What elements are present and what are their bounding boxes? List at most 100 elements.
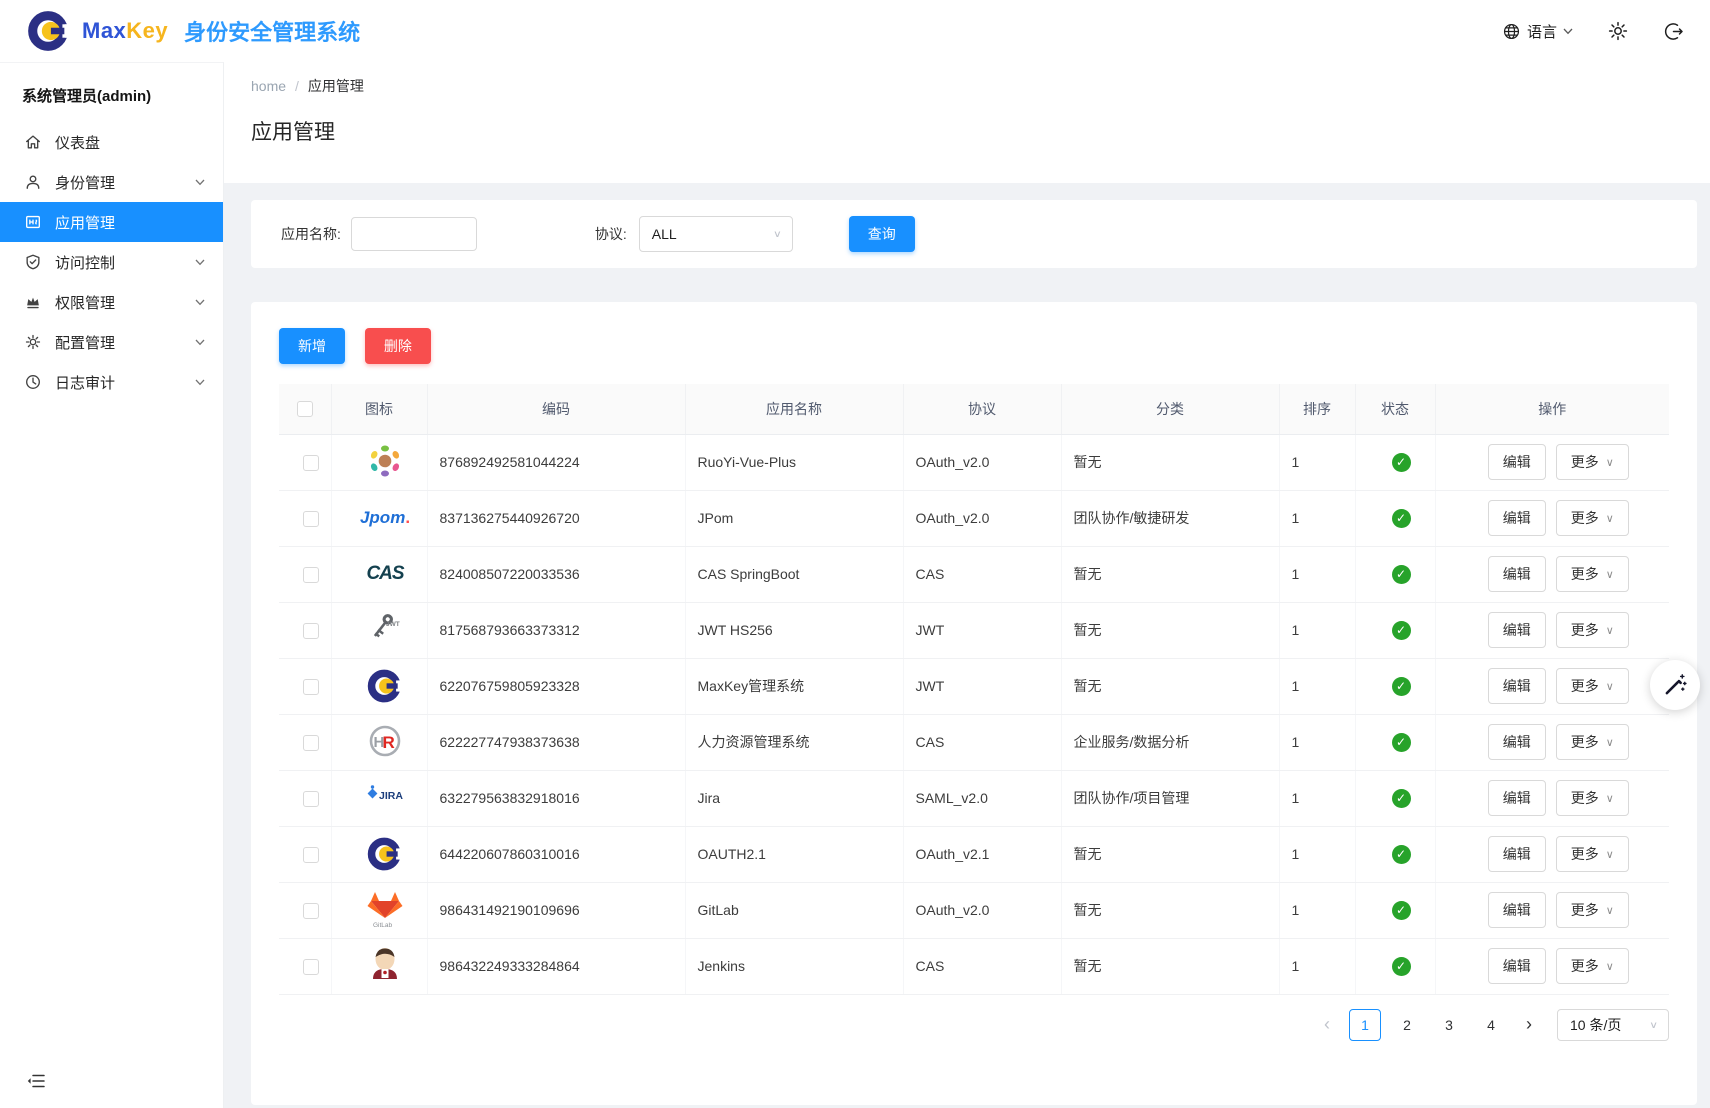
edit-button[interactable]: 编辑 xyxy=(1488,668,1546,704)
add-button[interactable]: 新增 xyxy=(279,328,345,364)
protocol-select[interactable]: ALL ∨ xyxy=(639,216,793,252)
app-protocol-cell: JWT xyxy=(903,602,1061,658)
app-code-cell: 837136275440926720 xyxy=(427,490,685,546)
shield-check-icon xyxy=(24,253,42,271)
more-button[interactable]: 更多∨ xyxy=(1556,668,1629,704)
brand-name: MaxKey xyxy=(82,18,168,44)
delete-button[interactable]: 删除 xyxy=(365,328,431,364)
app-name-cell: GitLab xyxy=(685,882,903,938)
sidebar-item-identity[interactable]: 身份管理 xyxy=(0,162,223,202)
app-category-cell: 暂无 xyxy=(1061,826,1279,882)
sidebar-item-access-control[interactable]: 访问控制 xyxy=(0,242,223,282)
row-checkbox[interactable] xyxy=(303,847,319,863)
identity-icon xyxy=(24,173,42,191)
app-category-cell: 暂无 xyxy=(1061,938,1279,994)
more-button[interactable]: 更多∨ xyxy=(1556,948,1629,984)
pagination-page-1[interactable]: 1 xyxy=(1349,1009,1381,1041)
row-select-cell xyxy=(279,882,331,938)
row-select-cell xyxy=(279,546,331,602)
app-category-cell: 团队协作/敏捷研发 xyxy=(1061,490,1279,546)
chevron-down-icon xyxy=(195,379,205,386)
app-sort-cell: 1 xyxy=(1279,714,1355,770)
pagination-prev-icon[interactable]: ‹ xyxy=(1315,1014,1339,1035)
page-size-select[interactable]: 10 条/页 ∨ xyxy=(1557,1009,1669,1041)
jpom-app-icon: Jpom. xyxy=(362,497,408,539)
app-status-cell: ✓ xyxy=(1355,490,1435,546)
edit-button[interactable]: 编辑 xyxy=(1488,836,1546,872)
row-select-cell xyxy=(279,658,331,714)
row-checkbox[interactable] xyxy=(303,679,319,695)
more-button[interactable]: 更多∨ xyxy=(1556,892,1629,928)
logout-icon[interactable] xyxy=(1663,21,1684,42)
row-checkbox[interactable] xyxy=(303,455,319,471)
pagination-page-4[interactable]: 4 xyxy=(1475,1009,1507,1041)
row-checkbox[interactable] xyxy=(303,735,319,751)
more-button[interactable]: 更多∨ xyxy=(1556,500,1629,536)
sidebar-item-applications[interactable]: 应用管理 xyxy=(0,202,223,242)
more-button[interactable]: 更多∨ xyxy=(1556,556,1629,592)
sidebar-item-audit-log[interactable]: 日志审计 xyxy=(0,362,223,402)
app-name-cell: OAUTH2.1 xyxy=(685,826,903,882)
row-checkbox[interactable] xyxy=(303,791,319,807)
chevron-down-icon: ∨ xyxy=(1606,456,1614,469)
edit-button[interactable]: 编辑 xyxy=(1488,556,1546,592)
row-icon-cell: JIRA xyxy=(331,770,427,826)
row-checkbox[interactable] xyxy=(303,959,319,975)
breadcrumb-home[interactable]: home xyxy=(251,78,286,94)
edit-button[interactable]: 编辑 xyxy=(1488,780,1546,816)
edit-button[interactable]: 编辑 xyxy=(1488,612,1546,648)
more-button[interactable]: 更多∨ xyxy=(1556,612,1629,648)
sidebar-item-dashboard[interactable]: 仪表盘 xyxy=(0,122,223,162)
status-enabled-icon: ✓ xyxy=(1392,677,1411,696)
row-checkbox[interactable] xyxy=(303,567,319,583)
brand-subtitle: 身份安全管理系统 xyxy=(184,15,360,47)
app-name-input[interactable] xyxy=(351,217,477,251)
app-sort-cell: 1 xyxy=(1279,546,1355,602)
chevron-down-icon xyxy=(195,339,205,346)
sidebar-item-configuration[interactable]: 配置管理 xyxy=(0,322,223,362)
pagination-next-icon[interactable]: › xyxy=(1517,1014,1541,1035)
more-button-label: 更多 xyxy=(1571,452,1599,472)
edit-button[interactable]: 编辑 xyxy=(1488,892,1546,928)
app-code-cell: 622076759805923328 xyxy=(427,658,685,714)
crown-icon xyxy=(24,293,42,311)
settings-icon[interactable] xyxy=(1607,20,1629,42)
search-button[interactable]: 查询 xyxy=(849,216,915,252)
more-button[interactable]: 更多∨ xyxy=(1556,724,1629,760)
status-enabled-icon: ✓ xyxy=(1392,509,1411,528)
row-checkbox[interactable] xyxy=(303,511,319,527)
edit-button[interactable]: 编辑 xyxy=(1488,948,1546,984)
sidebar-item-permissions[interactable]: 权限管理 xyxy=(0,282,223,322)
app-name-cell: 人力资源管理系统 xyxy=(685,714,903,770)
select-all-checkbox[interactable] xyxy=(297,401,313,417)
status-enabled-icon: ✓ xyxy=(1392,453,1411,472)
column-header-action: 操作 xyxy=(1435,384,1669,434)
more-button[interactable]: 更多∨ xyxy=(1556,836,1629,872)
app-protocol-cell: CAS xyxy=(903,546,1061,602)
pagination-page-3[interactable]: 3 xyxy=(1433,1009,1465,1041)
row-select-cell xyxy=(279,770,331,826)
app-protocol-cell: OAuth_v2.0 xyxy=(903,434,1061,490)
edit-button[interactable]: 编辑 xyxy=(1488,444,1546,480)
pagination: ‹ 1 2 3 4 › 10 条/页 ∨ xyxy=(279,1009,1669,1041)
edit-button[interactable]: 编辑 xyxy=(1488,724,1546,760)
select-all-header xyxy=(279,384,331,434)
more-button[interactable]: 更多 ∨ xyxy=(1556,444,1629,480)
breadcrumb: home / 应用管理 xyxy=(251,76,364,96)
app-status-cell: ✓ xyxy=(1355,602,1435,658)
language-menu[interactable]: 语言 xyxy=(1502,21,1573,42)
pagination-page-2[interactable]: 2 xyxy=(1391,1009,1423,1041)
edit-button[interactable]: 编辑 xyxy=(1488,500,1546,536)
chevron-down-icon xyxy=(195,299,205,306)
status-enabled-icon: ✓ xyxy=(1392,565,1411,584)
row-checkbox[interactable] xyxy=(303,903,319,919)
app-category-cell: 暂无 xyxy=(1061,882,1279,938)
menu-fold-icon[interactable] xyxy=(26,1071,46,1094)
row-checkbox[interactable] xyxy=(303,623,319,639)
column-header-code: 编码 xyxy=(427,384,685,434)
app-status-cell: ✓ xyxy=(1355,714,1435,770)
status-enabled-icon: ✓ xyxy=(1392,901,1411,920)
table-row: JWT 817568793663373312 JWT HS256 JWT 暂无 … xyxy=(279,602,1669,658)
more-button[interactable]: 更多∨ xyxy=(1556,780,1629,816)
floating-assistant-button[interactable] xyxy=(1650,660,1700,710)
